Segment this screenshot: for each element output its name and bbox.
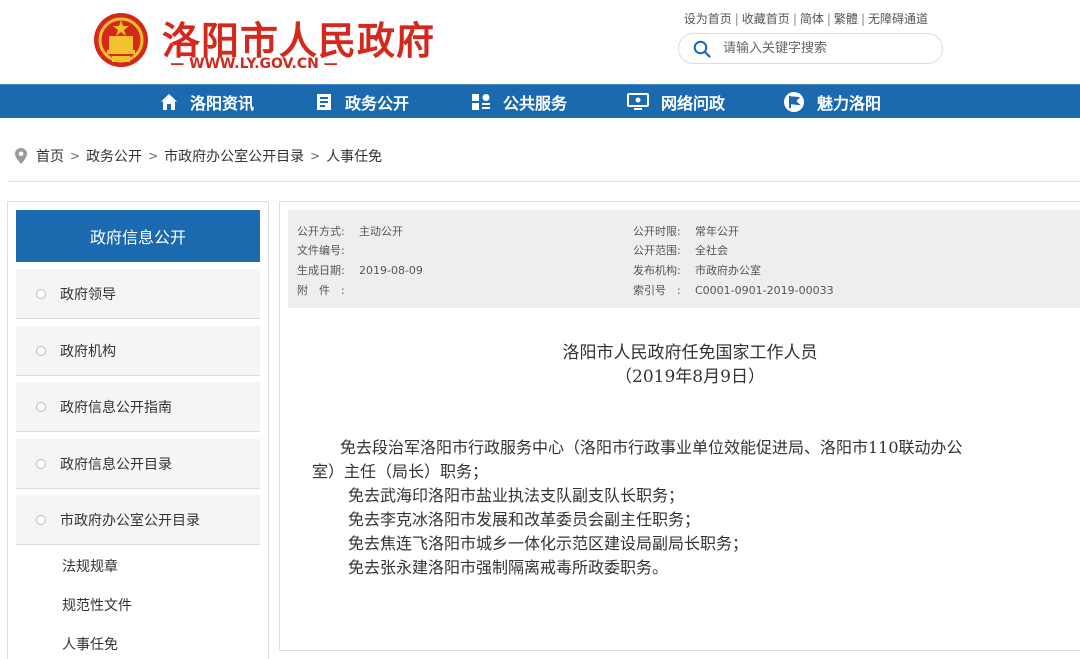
flag-icon: [784, 92, 804, 112]
nav-label: 政务公开: [345, 94, 410, 113]
bullet-circle-icon: [36, 345, 46, 356]
sidebar-item-label: 政府信息公开目录: [60, 456, 172, 473]
document-paragraph: 免去焦连飞洛阳市城乡一体化示范区建设局副局长职务；: [348, 534, 749, 553]
breadcrumb-divider: [8, 181, 1080, 182]
meta-publisher: 发布机构: 市政府办公室: [633, 264, 761, 277]
location-pin-icon: [15, 148, 27, 164]
breadcrumb-office-catalog[interactable]: 市政府办公室公开目录: [164, 146, 304, 166]
nav-item-online-inquiry[interactable]: 网络问政: [627, 85, 725, 119]
document-paragraph: 免去李克冰洛阳市发展和改革委员会副主任职务；: [348, 510, 701, 529]
content-panel: 公开方式: 主动公开 文件编号: 生成日期: 2019-08-09 附 件 : 公开…: [279, 201, 1080, 651]
traditional-chinese-link[interactable]: 繁體: [834, 10, 858, 27]
nav-item-news[interactable]: 洛阳资讯: [160, 85, 254, 119]
sidebar: 政府信息公开 政府领导 政府机构 政府信息公开指南 政府信息公开目录 市政府办公…: [7, 201, 269, 659]
meta-index-number: 索引号 : C0001-0901-2019-00033: [633, 284, 834, 297]
breadcrumb-separator: >: [310, 149, 321, 163]
meta-generated-date: 生成日期: 2019-08-09: [297, 264, 423, 277]
sidebar-subitem-normative-docs[interactable]: 规范性文件: [62, 595, 132, 615]
sidebar-item-office-catalog[interactable]: 市政府办公室公开目录: [16, 495, 260, 545]
sidebar-title: 政府信息公开: [16, 210, 260, 262]
sidebar-item-disclosure-catalog[interactable]: 政府信息公开目录: [16, 439, 260, 489]
nav-label: 公共服务: [503, 94, 568, 113]
document-title: 洛阳市人民政府任免国家工作人员: [562, 343, 818, 363]
nav-label: 洛阳资讯: [190, 94, 255, 113]
simplified-chinese-link[interactable]: 简体: [800, 10, 824, 27]
document-paragraph: 免去武海印洛阳市盐业执法支队副支队长职务；: [348, 486, 685, 505]
meta-file-number: 文件编号:: [297, 244, 345, 257]
sidebar-item-label: 政府机构: [60, 343, 116, 360]
search-input[interactable]: [723, 41, 923, 56]
set-homepage-link[interactable]: 设为首页: [684, 10, 732, 27]
sidebar-item-label: 市政府办公室公开目录: [60, 512, 200, 529]
breadcrumb: 首页 > 政务公开 > 市政府办公室公开目录 > 人事任免: [14, 146, 382, 166]
document-paragraph: 室）主任（局长）职务；: [312, 462, 489, 481]
document-paragraph: 免去段治军洛阳市行政服务中心（洛阳市行政事业单位效能促进局、洛阳市110联动办公: [340, 438, 963, 457]
national-emblem-icon: [94, 13, 148, 67]
document-meta: 公开方式: 主动公开 文件编号: 生成日期: 2019-08-09 附 件 : 公开…: [288, 210, 1080, 308]
nav-item-public-service[interactable]: 公共服务: [471, 85, 567, 119]
nav-item-gov-affairs[interactable]: 政务公开: [315, 85, 409, 119]
document-icon: [317, 94, 331, 110]
monitor-icon: [627, 93, 649, 110]
nav-item-charm-luoyang[interactable]: 魅力洛阳: [783, 85, 881, 119]
main-nav: 洛阳资讯 政务公开 公共服务 网络问政 魅力洛阳: [0, 84, 1080, 118]
sidebar-item-label: 政府信息公开指南: [60, 399, 172, 416]
search-box[interactable]: [678, 33, 943, 64]
document-paragraph: 免去张永建洛阳市强制隔离戒毒所政委职务。: [348, 558, 669, 577]
nav-label: 网络问政: [661, 94, 726, 113]
top-links: 设为首页 | 收藏首页 | 简体 | 繁體 | 无障碍通道: [683, 10, 928, 27]
sidebar-item-label: 政府领导: [60, 286, 116, 303]
search-icon[interactable]: [693, 40, 711, 58]
meta-attachment: 附 件 :: [297, 284, 345, 297]
sidebar-subitem-regulations[interactable]: 法规规章: [62, 556, 118, 576]
meta-disclosure-method: 公开方式: 主动公开: [297, 225, 403, 238]
meta-disclosure-period: 公开时限: 常年公开: [633, 225, 739, 238]
bullet-circle-icon: [36, 401, 46, 412]
site-url: — WWW.LY.GOV.CN —: [170, 56, 338, 72]
breadcrumb-separator: >: [148, 149, 159, 163]
bullet-circle-icon: [36, 458, 46, 469]
accessibility-link[interactable]: 无障碍通道: [868, 10, 928, 27]
breadcrumb-personnel[interactable]: 人事任免: [326, 146, 382, 166]
bullet-circle-icon: [36, 514, 46, 525]
meta-disclosure-scope: 公开范围: 全社会: [633, 244, 728, 257]
sidebar-item-gov-agencies[interactable]: 政府机构: [16, 326, 260, 376]
bullet-circle-icon: [36, 288, 46, 299]
breadcrumb-gov-affairs[interactable]: 政务公开: [86, 146, 142, 166]
sidebar-item-disclosure-guide[interactable]: 政府信息公开指南: [16, 382, 260, 432]
home-icon: [161, 94, 177, 110]
breadcrumb-separator: >: [70, 149, 81, 163]
nav-label: 魅力洛阳: [817, 94, 882, 113]
sidebar-subitem-personnel[interactable]: 人事任免: [62, 634, 118, 654]
sidebar-item-gov-leaders[interactable]: 政府领导: [16, 269, 260, 319]
bookmark-link[interactable]: 收藏首页: [742, 10, 790, 27]
document-date: （2019年8月9日）: [615, 367, 765, 387]
site-header: 洛阳市人民政府 — WWW.LY.GOV.CN — 设为首页 | 收藏首页 | 简体 | 繁…: [0, 0, 1080, 84]
grid-icon: [472, 94, 490, 110]
breadcrumb-home[interactable]: 首页: [36, 146, 64, 166]
